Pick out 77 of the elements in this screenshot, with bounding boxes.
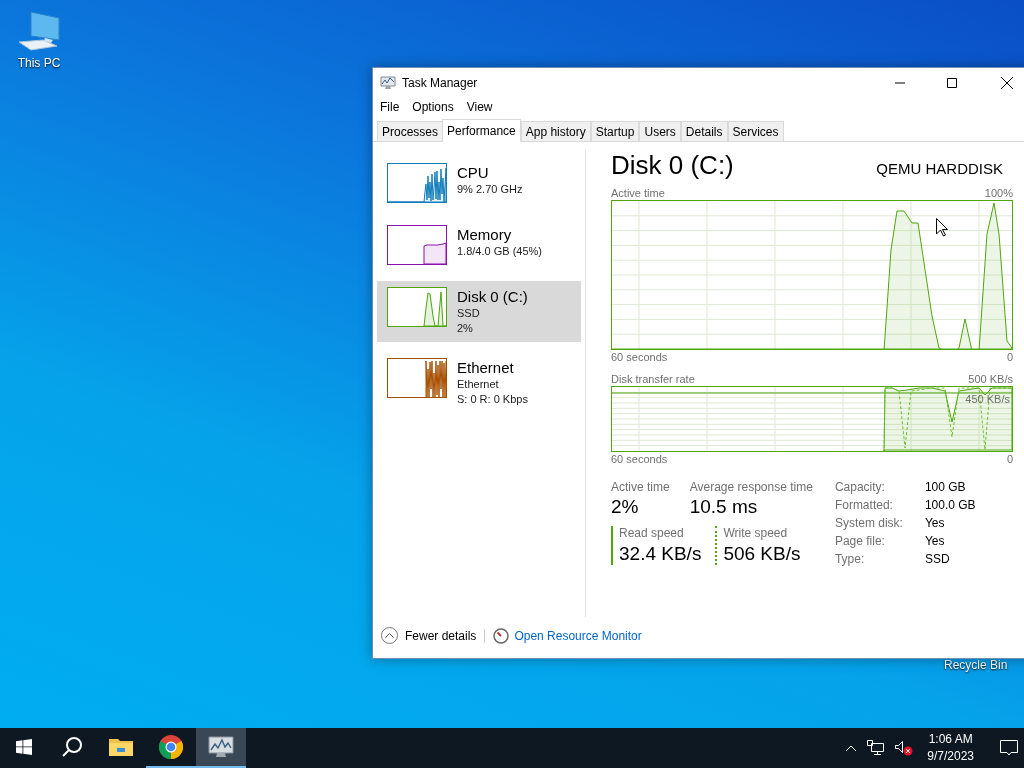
axis-label: 0 bbox=[1006, 350, 1013, 364]
sidebar-item-name: Disk 0 (C:) bbox=[457, 287, 528, 306]
clock[interactable]: 1:06 AM 9/7/2023 bbox=[923, 731, 978, 765]
menu-item[interactable]: Options bbox=[407, 100, 459, 114]
sidebar-item[interactable]: CPU 9% 2.70 GHz bbox=[377, 157, 581, 209]
tab[interactable]: Services bbox=[727, 121, 784, 141]
taskbar-button[interactable] bbox=[196, 728, 246, 768]
sidebar-item-name: Memory bbox=[457, 225, 513, 244]
axis-label: 0 bbox=[1006, 452, 1013, 466]
property-label: Formatted: bbox=[834, 498, 894, 513]
search-icon bbox=[61, 736, 83, 758]
sidebar-item-name: CPU bbox=[457, 163, 490, 182]
sidebar-item-name: Ethernet bbox=[457, 358, 515, 377]
stat-value: 2% bbox=[611, 496, 640, 518]
chevron-up-icon bbox=[381, 627, 398, 644]
folder-icon bbox=[109, 737, 133, 757]
close-icon bbox=[1001, 76, 1013, 89]
axis-label: 60 seconds bbox=[611, 452, 668, 466]
desktop-icon-label[interactable]: This PC bbox=[17, 56, 61, 70]
property-label: Capacity: bbox=[834, 480, 886, 495]
stat-label: Average response time bbox=[689, 480, 813, 494]
property-value: SSD bbox=[924, 552, 951, 567]
tab[interactable]: Startup bbox=[590, 121, 640, 141]
app-icon bbox=[380, 75, 396, 90]
network-icon[interactable] bbox=[867, 740, 886, 756]
tab[interactable]: Details bbox=[680, 121, 728, 141]
sidebar-item[interactable]: Disk 0 (C:) SSD 2% bbox=[377, 281, 581, 342]
sidebar-item[interactable]: Memory 1.8/4.0 GB (45%) bbox=[377, 219, 581, 271]
device-model: QEMU HARDDISK bbox=[876, 160, 1003, 177]
property-label: Page file: bbox=[834, 534, 886, 549]
menu-item[interactable]: View bbox=[461, 100, 498, 114]
mouse-cursor-icon bbox=[936, 218, 948, 237]
property-label: System disk: bbox=[834, 516, 904, 531]
maximize-icon bbox=[947, 77, 957, 88]
monitor-graph-icon bbox=[208, 736, 234, 758]
scale-label: 450 KB/s bbox=[965, 393, 1010, 405]
sidebar-item-detail: 1.8/4.0 GB (45%) bbox=[457, 244, 542, 259]
sidebar-item-detail: SSD bbox=[457, 306, 481, 321]
tab[interactable]: App history bbox=[520, 121, 591, 141]
stat-label: Read speed bbox=[619, 526, 685, 540]
clock-date: 9/7/2023 bbox=[927, 748, 974, 765]
clock-time: 1:06 AM bbox=[928, 731, 973, 748]
fewer-details-button[interactable]: Fewer details bbox=[381, 627, 477, 644]
property-value: 100.0 GB bbox=[924, 498, 976, 513]
browser-icon bbox=[159, 735, 183, 759]
sidebar-item-detail: S: 0 R: 0 Kbps bbox=[457, 392, 528, 407]
tab[interactable]: Processes bbox=[377, 121, 444, 141]
notification-icon[interactable] bbox=[1000, 739, 1018, 757]
axis-label: 100% bbox=[984, 186, 1013, 200]
property-value: Yes bbox=[924, 516, 946, 531]
window-title: Task Manager bbox=[402, 75, 479, 90]
speaker-muted-icon[interactable] bbox=[895, 740, 914, 756]
chart-title: Disk transfer rate bbox=[611, 372, 695, 386]
chart-title: Active time bbox=[611, 186, 665, 200]
sidebar-item-detail: Ethernet bbox=[457, 377, 500, 392]
chevron-up-icon[interactable] bbox=[845, 744, 858, 752]
menu-item[interactable]: File bbox=[375, 100, 405, 114]
gauge-icon bbox=[493, 627, 510, 644]
computer-icon bbox=[17, 10, 61, 52]
windows-logo-icon bbox=[16, 739, 32, 755]
property-value: Yes bbox=[924, 534, 946, 549]
stat-value: 32.4 KB/s bbox=[619, 543, 702, 565]
sidebar-item[interactable]: Ethernet Ethernet S: 0 R: 0 Kbps bbox=[377, 352, 581, 413]
tab[interactable]: Users bbox=[639, 121, 681, 141]
stat-label: Write speed bbox=[723, 526, 789, 540]
stat-value: 506 KB/s bbox=[723, 543, 801, 565]
stat-value: 10.5 ms bbox=[689, 496, 759, 518]
stat-label: Active time bbox=[611, 480, 670, 494]
property-value: 100 GB bbox=[924, 480, 967, 495]
axis-label: 500 KB/s bbox=[968, 372, 1013, 386]
device-title: Disk 0 (C:) bbox=[611, 150, 734, 181]
tab[interactable]: Performance bbox=[442, 119, 521, 142]
resource-monitor-link[interactable]: Open Resource Monitor bbox=[514, 628, 642, 643]
sidebar-item-detail: 9% 2.70 GHz bbox=[457, 182, 523, 197]
axis-label: 60 seconds bbox=[611, 350, 668, 364]
property-label: Type: bbox=[834, 552, 866, 567]
sidebar-item-detail: 2% bbox=[457, 321, 474, 336]
